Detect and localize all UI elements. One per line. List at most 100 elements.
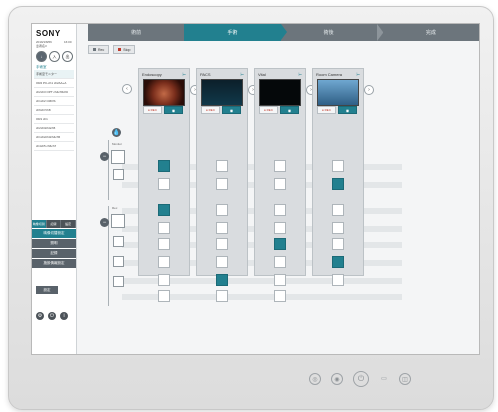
toolbar: Rec Stop <box>88 45 136 54</box>
rec-slot[interactable] <box>113 236 124 247</box>
matrix-cell[interactable] <box>274 204 286 216</box>
matrix-cell[interactable] <box>216 290 228 302</box>
matrix-cell[interactable] <box>332 238 344 250</box>
settings-button[interactable]: 設定 <box>36 286 58 294</box>
nav-next-arrow[interactable]: › <box>364 85 374 95</box>
download-toggle[interactable]: ↓ <box>36 51 47 62</box>
facility-settings-button[interactable]: 施設情報設定 <box>32 259 76 268</box>
matrix-cell[interactable] <box>158 274 170 286</box>
matrix-cell[interactable] <box>274 238 286 250</box>
matrix-cell[interactable] <box>158 178 170 190</box>
rec-slot[interactable] <box>113 276 124 287</box>
info-icon[interactable]: i <box>60 312 68 320</box>
matrix-cell[interactable] <box>332 204 344 216</box>
lighting-button[interactable]: 照明 <box>32 239 76 248</box>
rec-slot[interactable] <box>111 214 125 228</box>
source-name: Endoscopy <box>142 72 162 77</box>
matrix-cell[interactable] <box>216 222 228 234</box>
source-preview[interactable] <box>143 79 185 106</box>
source-rec-button[interactable]: ● REC <box>201 106 220 114</box>
source-preview[interactable] <box>317 79 359 106</box>
tab-video-switch[interactable]: 映像切替 <box>32 220 47 228</box>
sidebar-item[interactable]: ch1ch2ch3ch4ch5 <box>34 133 74 142</box>
matrix-cell[interactable] <box>216 274 228 286</box>
power-hw-icon[interactable]: ⏻ <box>353 371 369 387</box>
matrix-cell[interactable] <box>158 222 170 234</box>
signal-icon: ⊢ <box>298 72 302 77</box>
source-rec-button[interactable]: ● REC <box>143 106 162 114</box>
sidebar-item[interactable]: ch2ch3ch4ch5 <box>34 124 74 133</box>
rec-slot[interactable] <box>113 256 124 267</box>
drop-icon[interactable]: 💧 <box>112 128 121 137</box>
sidebar-item[interactable]: ch2ch3 OPT ch4ch5ch6 <box>34 88 74 97</box>
matrix-cell[interactable] <box>158 238 170 250</box>
collapse-icon[interactable]: − <box>100 152 109 161</box>
sidebar-item[interactable]: ch6ch7ch8 <box>34 106 74 115</box>
matrix-cell[interactable] <box>274 256 286 268</box>
camera-icon[interactable]: ◉ <box>222 106 241 114</box>
tab-record[interactable]: 記録 <box>46 220 62 228</box>
matrix-cell[interactable] <box>332 222 344 234</box>
matrix-cell[interactable] <box>158 204 170 216</box>
stop-button[interactable]: Stop <box>113 45 136 54</box>
picture-hw-icon[interactable]: ◫ <box>399 373 411 385</box>
power-icon[interactable]: ⏻ <box>48 312 56 320</box>
matrix-cell[interactable] <box>332 160 344 172</box>
monitor-slot[interactable] <box>111 150 125 164</box>
record-button[interactable]: 記録 <box>32 249 76 258</box>
source-rec-button[interactable]: ● REC <box>259 106 278 114</box>
matrix-cell[interactable] <box>274 274 286 286</box>
sidebar: SONY 2019/1/8/66 患者名3 16:00 ↓ 入 出 手術室 手術… <box>32 24 77 354</box>
signal-icon: ⊢ <box>356 72 360 77</box>
matrix-cell[interactable] <box>216 178 228 190</box>
matrix-cell[interactable] <box>332 178 344 190</box>
camera-icon[interactable]: ◉ <box>280 106 299 114</box>
source-name: Vital <box>258 72 266 77</box>
source-preview[interactable] <box>201 79 243 106</box>
collapse-icon[interactable]: − <box>100 218 109 227</box>
input-hw-icon[interactable]: ◉ <box>331 373 343 385</box>
matrix-cell[interactable] <box>332 256 344 268</box>
menu-hw-icon[interactable]: ◎ <box>309 373 321 385</box>
matrix-cell[interactable] <box>274 178 286 190</box>
sidebar-list: 手術室モニター OR2 PC-ch1 ch2AA+A ch2ch3 OPT ch… <box>34 70 74 151</box>
sidebar-item[interactable]: 手術室モニター <box>34 70 74 79</box>
matrix-cell[interactable] <box>158 256 170 268</box>
sidebar-bottom-panel: 映像切替 記録 設定 映像切替設定 照明 記録 施設情報設定 <box>32 220 77 268</box>
matrix-cell[interactable] <box>274 160 286 172</box>
camera-icon[interactable]: ◉ <box>338 106 357 114</box>
step-complete[interactable]: 完成 <box>383 24 479 41</box>
video-switch-settings-button[interactable]: 映像切替設定 <box>32 229 76 238</box>
group-label-rec: Rec <box>112 206 118 210</box>
matrix-cell[interactable] <box>216 160 228 172</box>
workflow-stepbar: 術前 手術 術後 完成 <box>88 24 479 41</box>
source-rec-button[interactable]: ● REC <box>317 106 336 114</box>
source-preview[interactable] <box>259 79 301 106</box>
nav-prev-arrow[interactable]: ‹ <box>122 84 132 94</box>
matrix-cell[interactable] <box>216 256 228 268</box>
rec-button[interactable]: Rec <box>88 45 110 54</box>
step-pre-op[interactable]: 術前 <box>88 24 184 41</box>
matrix-cell[interactable] <box>274 222 286 234</box>
gear-icon[interactable]: ⚙ <box>36 312 44 320</box>
sidebar-item[interactable]: OR2 PC-ch1 ch2AA+A <box>34 79 74 88</box>
output-toggle[interactable]: 出 <box>62 51 73 62</box>
matrix-cell[interactable] <box>332 274 344 286</box>
source-name: Room Camera <box>316 72 343 77</box>
sidebar-item[interactable]: ch4ch5 ch6ch7 <box>34 142 74 151</box>
tab-settings[interactable]: 設定 <box>61 220 77 228</box>
camera-icon[interactable]: ◉ <box>164 106 183 114</box>
input-toggle[interactable]: 入 <box>49 51 60 62</box>
step-surgery[interactable]: 手術 <box>184 24 287 41</box>
matrix-cell[interactable] <box>158 160 170 172</box>
matrix-cell[interactable] <box>158 290 170 302</box>
sidebar-item[interactable]: OR1 ch1 <box>34 115 74 124</box>
monitor-slot[interactable] <box>113 169 124 180</box>
sidebar-item[interactable]: ch1ch2 CMOS <box>34 97 74 106</box>
matrix-cell[interactable] <box>274 290 286 302</box>
step-post-op[interactable]: 術後 <box>281 24 377 41</box>
matrix-cell[interactable] <box>216 238 228 250</box>
led-icon: ▭ <box>381 375 387 382</box>
matrix-cell[interactable] <box>216 204 228 216</box>
rec-indicator-icon <box>93 48 96 51</box>
